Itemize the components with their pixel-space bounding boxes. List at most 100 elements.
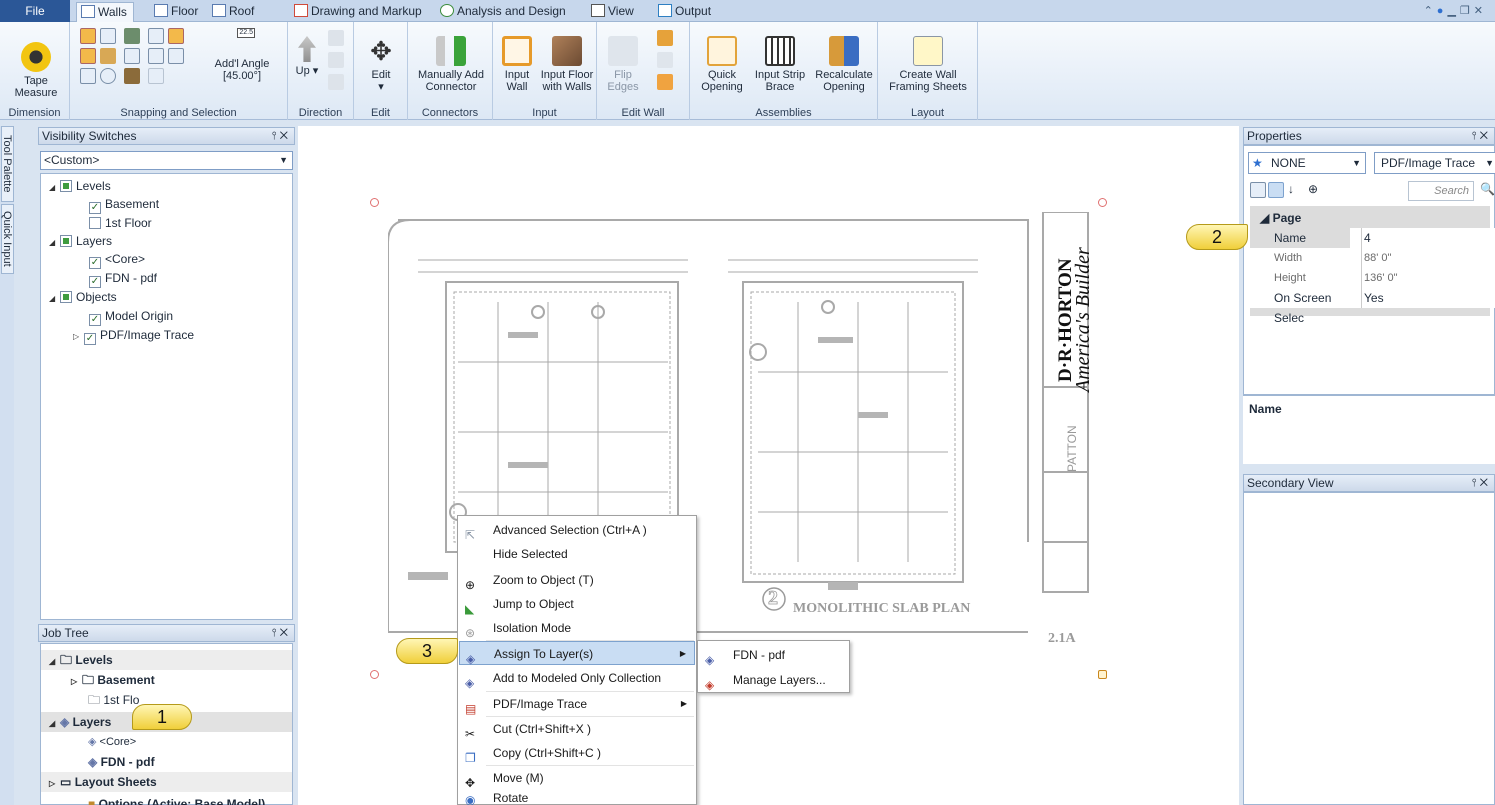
vis-tree-objects[interactable]: ◢ Objects <box>49 288 117 306</box>
snap-angle-icon[interactable] <box>168 48 184 64</box>
checkbox-checked[interactable]: ✓ <box>84 333 96 345</box>
collapse-icon[interactable]: ◢ <box>49 652 60 672</box>
property-value[interactable]: Yes <box>1361 288 1495 308</box>
job-tree-basement[interactable]: ▷ 🗀 Basement <box>41 670 292 690</box>
properties-filter-select[interactable]: PDF/Image Trace ▼ <box>1374 152 1495 174</box>
menu-hide-selected[interactable]: Hide Selected <box>459 542 695 566</box>
snap-select-icon[interactable] <box>100 28 116 44</box>
properties-type-select[interactable]: ★ NONE ▼ <box>1248 152 1366 174</box>
addl-angle-button[interactable]: 22.5 Add'l Angle [45.00°] <box>210 28 274 82</box>
selection-handle[interactable] <box>370 670 379 679</box>
menu-rotate[interactable]: ◉ Rotate <box>459 790 695 805</box>
tab-output[interactable]: Output <box>654 2 717 22</box>
visibility-preset-select[interactable]: <Custom> ▼ <box>40 151 293 170</box>
property-value[interactable]: 136' 0" <box>1361 268 1495 288</box>
tab-file[interactable]: File <box>0 0 70 22</box>
vis-tree-pdf-image-trace[interactable]: ▷ ✓ PDF/Image Trace <box>73 326 194 346</box>
property-row-name[interactable]: Name 4 <box>1250 228 1495 248</box>
property-row-width[interactable]: Width 88' 0" <box>1250 248 1495 268</box>
tab-roof[interactable]: Roof <box>208 2 260 22</box>
snap-midpoint-icon[interactable] <box>124 48 140 64</box>
property-value[interactable]: 4 <box>1361 228 1495 248</box>
vis-tree-model-origin[interactable]: ✓ Model Origin <box>89 307 173 326</box>
lock-icon[interactable] <box>1098 670 1107 679</box>
search-icon[interactable]: 🔍 <box>1480 182 1495 196</box>
collapse-icon[interactable]: ◢ <box>49 234 60 252</box>
close-icon[interactable]: ✕ <box>1474 5 1487 17</box>
collapse-icon[interactable]: ◢ <box>49 714 60 734</box>
tab-drawing-markup[interactable]: Drawing and Markup <box>290 2 428 22</box>
flip-edges-button[interactable]: Flip Edges <box>605 36 641 93</box>
checkbox-checked[interactable]: ✓ <box>89 257 101 269</box>
direction-rotate-icon[interactable] <box>328 30 344 46</box>
pin-close-icon[interactable]: ⫯ ✕ <box>272 128 288 144</box>
tab-floor[interactable]: Floor <box>150 2 204 22</box>
vis-tree-levels[interactable]: ◢ Levels <box>49 177 111 195</box>
edit-wall-split-icon[interactable] <box>657 30 673 46</box>
job-tree-layout-sheets[interactable]: ▷ ▭ Layout Sheets <box>41 772 292 792</box>
menu-zoom-to-object[interactable]: ⊕ Zoom to Object (T) <box>459 568 695 592</box>
job-tree-fdn-pdf[interactable]: ◈ FDN - pdf <box>41 752 292 772</box>
menu-move[interactable]: ✥ Move (M) <box>459 766 695 790</box>
collapse-icon[interactable]: ◢ <box>49 290 60 308</box>
tab-analysis-design[interactable]: Analysis and Design <box>436 2 572 22</box>
snap-center-icon[interactable] <box>80 68 96 84</box>
job-tree-levels[interactable]: ◢ 🗀 Levels <box>41 650 292 670</box>
restore-icon[interactable]: ❐ <box>1460 5 1474 17</box>
sort-az-icon[interactable]: ↓ <box>1288 182 1294 196</box>
pin-close-icon[interactable]: ⫯ ✕ <box>272 625 288 641</box>
direction-flip-icon[interactable] <box>328 74 344 90</box>
grid-view-icon[interactable] <box>1268 182 1284 198</box>
vis-tree-basement[interactable]: ✓ Basement <box>89 195 159 214</box>
input-floor-walls-button[interactable]: Input Floor with Walls <box>539 36 595 93</box>
menu-assign-to-layers[interactable]: ◈ Assign To Layer(s) ▶ <box>459 641 695 666</box>
checkbox-checked[interactable]: ✓ <box>89 202 101 214</box>
menu-add-modeled-only[interactable]: ◈ Add to Modeled Only Collection <box>459 666 695 690</box>
expand-icon[interactable]: ▷ <box>71 672 82 692</box>
property-row-height[interactable]: Height 136' 0" <box>1250 268 1495 288</box>
snap-nearest-icon[interactable] <box>148 28 164 44</box>
edit-wall-extend-icon[interactable] <box>657 74 673 90</box>
quick-opening-button[interactable]: Quick Opening <box>698 36 746 93</box>
pin-close-icon[interactable]: ⫯ ✕ <box>1472 475 1488 491</box>
vis-tree-1st-floor[interactable]: 1st Floor <box>89 214 152 232</box>
minimize-icon[interactable]: ▁ <box>1447 5 1459 17</box>
submenu-manage-layers[interactable]: ◈ Manage Layers... <box>699 668 848 692</box>
property-row-on-screen-select[interactable]: On Screen Selec Yes <box>1250 288 1495 325</box>
vis-tree-layers[interactable]: ◢ Layers <box>49 232 112 250</box>
tab-tool-palette[interactable]: Tool Palette <box>1 126 14 202</box>
snap-grid-icon[interactable] <box>124 28 140 44</box>
pin-close-icon[interactable]: ⫯ ✕ <box>1472 128 1488 144</box>
menu-copy[interactable]: ❐ Copy (Ctrl+Shift+C ) <box>459 741 695 765</box>
input-strip-brace-button[interactable]: Input Strip Brace <box>750 36 810 93</box>
menu-pdf-image-trace[interactable]: ▤ PDF/Image Trace ▶ <box>459 692 695 716</box>
submenu-fdn-pdf[interactable]: ◈ FDN - pdf <box>699 643 848 667</box>
properties-search-input[interactable]: Search <box>1408 181 1474 201</box>
snap-origin-icon[interactable] <box>100 68 116 84</box>
snap-perpendicular-icon[interactable] <box>168 28 184 44</box>
snap-area-icon[interactable] <box>100 48 116 64</box>
create-wall-framing-sheets-button[interactable]: Create Wall Framing Sheets <box>884 36 972 93</box>
property-value[interactable]: 88' 0" <box>1361 248 1495 268</box>
tape-measure-button[interactable]: Tape Measure <box>8 30 64 99</box>
checkbox-checked[interactable]: ✓ <box>89 276 101 288</box>
snap-endpoint-icon[interactable] <box>80 28 96 44</box>
property-pages-icon[interactable]: ⊕ <box>1308 182 1318 196</box>
tab-view[interactable]: View <box>587 2 640 22</box>
checkbox-partial[interactable] <box>60 291 72 303</box>
menu-cut[interactable]: ✂ Cut (Ctrl+Shift+X ) <box>459 717 695 741</box>
property-category-page[interactable]: ◢ Page <box>1250 208 1495 228</box>
tab-quick-input[interactable]: Quick Input <box>1 204 14 274</box>
checkbox-partial[interactable] <box>60 235 72 247</box>
direction-mirror-icon[interactable] <box>328 52 344 68</box>
direction-up-button[interactable]: Up ▾ <box>294 36 320 77</box>
menu-advanced-selection[interactable]: ⇱ Advanced Selection (Ctrl+A ) <box>459 518 695 542</box>
edit-button[interactable]: ✥ Edit ▾ <box>364 36 398 93</box>
expand-icon[interactable]: ▷ <box>73 328 84 346</box>
collapse-icon[interactable]: ◢ <box>49 179 60 197</box>
job-tree-core[interactable]: ◈ <Core> <box>41 732 292 752</box>
vis-tree-fdn-pdf[interactable]: ✓ FDN - pdf <box>89 269 157 288</box>
snap-intersection-icon[interactable] <box>80 48 96 64</box>
input-wall-button[interactable]: Input Wall <box>499 36 535 93</box>
selection-handle[interactable] <box>1098 198 1107 207</box>
